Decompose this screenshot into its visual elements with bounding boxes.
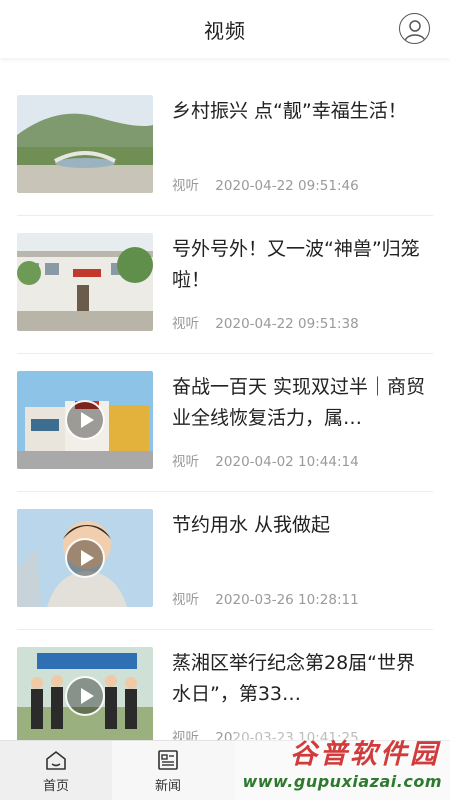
play-button[interactable] bbox=[65, 400, 105, 440]
video-meta: 视听 2020-04-22 09:51:46 bbox=[172, 174, 359, 194]
video-list-item[interactable]: 奋战一百天 实现双过半｜商贸业全线恢复活力，属… 视听 2020-04-02 1… bbox=[17, 354, 433, 492]
video-list-item[interactable]: 乡村振兴 点“靓”幸福生活！ 视听 2020-04-22 09:51:46 bbox=[17, 78, 433, 216]
tab-news-label: 新闻 bbox=[154, 778, 181, 794]
video-meta: 视听 2020-04-22 09:51:38 bbox=[172, 312, 359, 332]
watermark-logo-text: 谷普软件园 bbox=[290, 739, 440, 770]
tab-news[interactable]: 新闻 bbox=[112, 741, 224, 800]
play-icon bbox=[80, 688, 94, 704]
profile-button[interactable] bbox=[399, 13, 430, 44]
page-title: 视频 bbox=[204, 18, 246, 43]
site-watermark: 谷普软件园 www.gupuxiazai.com bbox=[235, 728, 450, 800]
play-icon bbox=[80, 550, 94, 566]
video-source: 视听 bbox=[172, 592, 199, 608]
play-icon bbox=[80, 412, 94, 428]
video-title[interactable]: 节约用水 从我做起 bbox=[172, 510, 434, 541]
play-button[interactable] bbox=[65, 676, 105, 716]
video-time: 2020-04-22 09:51:38 bbox=[215, 316, 359, 332]
video-title[interactable]: 奋战一百天 实现双过半｜商贸业全线恢复活力，属… bbox=[172, 372, 434, 434]
video-thumbnail[interactable] bbox=[17, 509, 153, 607]
video-source: 视听 bbox=[172, 454, 199, 470]
home-icon bbox=[46, 750, 66, 770]
tab-home-label: 首页 bbox=[42, 778, 69, 794]
video-list-item[interactable]: 节约用水 从我做起 视听 2020-03-26 10:28:11 bbox=[17, 492, 433, 630]
video-time: 2020-03-26 10:28:11 bbox=[215, 592, 359, 608]
video-time: 2020-04-02 10:44:14 bbox=[215, 454, 359, 470]
video-source: 视听 bbox=[172, 316, 199, 332]
video-list: 乡村振兴 点“靓”幸福生活！ 视听 2020-04-22 09:51:46 号外… bbox=[0, 78, 450, 768]
video-title[interactable]: 蒸湘区举行纪念第28届“世界水日”，第33… bbox=[172, 648, 434, 710]
video-thumbnail[interactable] bbox=[17, 647, 153, 745]
video-title[interactable]: 乡村振兴 点“靓”幸福生活！ bbox=[172, 96, 434, 127]
video-meta: 视听 2020-04-02 10:44:14 bbox=[172, 450, 359, 470]
school-building-image bbox=[17, 233, 153, 331]
video-thumbnail[interactable] bbox=[17, 371, 153, 469]
top-header: 视频 bbox=[0, 0, 450, 58]
video-title[interactable]: 号外号外！又一波“神兽”归笼啦！ bbox=[172, 234, 434, 296]
video-time: 2020-04-22 09:51:46 bbox=[215, 178, 359, 194]
tab-home[interactable]: 首页 bbox=[0, 741, 112, 800]
video-source: 视听 bbox=[172, 178, 199, 194]
video-thumbnail[interactable] bbox=[17, 95, 153, 193]
play-button[interactable] bbox=[65, 538, 105, 578]
video-list-item[interactable]: 号外号外！又一波“神兽”归笼啦！ 视听 2020-04-22 09:51:38 bbox=[17, 216, 433, 354]
user-icon bbox=[403, 19, 426, 41]
video-meta: 视听 2020-03-26 10:28:11 bbox=[172, 588, 359, 608]
village-landscape-image bbox=[17, 95, 153, 193]
watermark-url: www.gupuxiazai.com bbox=[242, 772, 442, 791]
video-thumbnail[interactable] bbox=[17, 233, 153, 331]
news-icon bbox=[158, 749, 178, 770]
